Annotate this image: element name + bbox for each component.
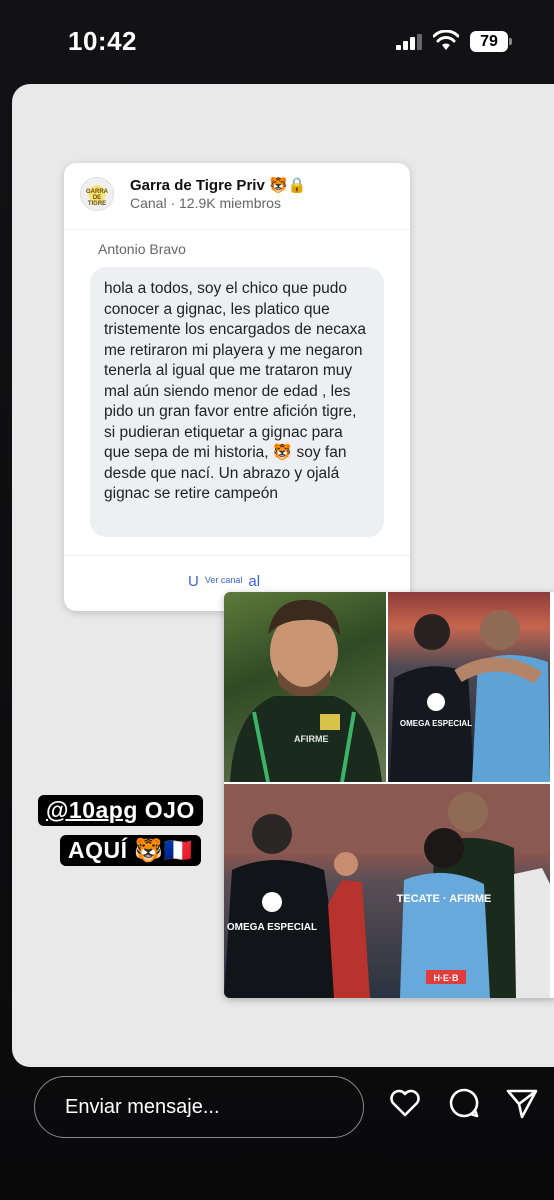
message-placeholder: Enviar mensaje... xyxy=(65,1096,220,1118)
status-bar: 10:42 79 xyxy=(0,0,554,84)
sponsor-text: H·E·B xyxy=(434,973,459,983)
crest-text: AFIRME xyxy=(294,734,329,744)
channel-post-card: GARRA DE TIGRE Garra de Tigre Priv 🐯🔒 Ca… xyxy=(64,163,410,611)
photo-collage: AFIRME OMEGA ESPECIAL OMEGA ESPECIAL TEC… xyxy=(224,592,554,998)
mention-text: OJO xyxy=(144,797,195,823)
footer-right-text: al xyxy=(248,573,261,590)
photo-stadium-top: OMEGA ESPECIAL xyxy=(388,592,550,782)
mention-sticker[interactable]: @10apg OJO AQUÍ 🐯🇫🇷 xyxy=(38,795,222,875)
field-scene-illustration: OMEGA ESPECIAL TECATE · AFIRME H·E·B xyxy=(224,784,550,998)
photo-selfie: AFIRME xyxy=(224,592,386,782)
status-time: 10:42 xyxy=(68,26,137,56)
photo-field-scene: OMEGA ESPECIAL TECATE · AFIRME H·E·B xyxy=(224,784,550,998)
jersey-text: TECATE · AFIRME xyxy=(397,893,492,905)
shirt-logo-text: OMEGA ESPECIAL xyxy=(400,719,472,728)
story-card[interactable]: GARRA DE TIGRE Garra de Tigre Priv 🐯🔒 Ca… xyxy=(12,84,554,1067)
view-channel-label: Ver canal xyxy=(204,575,243,585)
divider xyxy=(64,555,410,556)
message-input[interactable]: Enviar mensaje... xyxy=(34,1076,364,1138)
sender-name: Antonio Bravo xyxy=(98,241,186,257)
signal-icon xyxy=(396,34,422,50)
footer-left-text: U xyxy=(188,573,199,590)
comment-icon[interactable] xyxy=(447,1086,481,1120)
mention-line-2: AQUÍ 🐯🇫🇷 xyxy=(60,835,201,866)
mention-line-1: @10apg OJO xyxy=(38,795,203,826)
send-icon[interactable] xyxy=(505,1086,539,1120)
view-channel-link: U Ver canal al xyxy=(188,573,260,590)
divider xyxy=(64,229,410,230)
stadium-illustration: OMEGA ESPECIAL xyxy=(390,610,550,782)
shirt-logo-text: OMEGA ESPECIAL xyxy=(227,922,317,933)
channel-meta: Canal · 12.9K miembros xyxy=(130,195,281,211)
battery-indicator: 79 xyxy=(470,31,512,52)
selfie-illustration: AFIRME xyxy=(230,599,382,782)
channel-avatar: GARRA DE TIGRE xyxy=(80,177,114,211)
channel-name: Garra de Tigre Priv 🐯🔒 xyxy=(130,177,307,194)
story-screen: 10:42 79 GARRA DE TIGRE Garra de Tigre P… xyxy=(0,0,554,1200)
mention-handle[interactable]: @10apg xyxy=(46,797,138,823)
channel-avatar-logo: GARRA DE TIGRE xyxy=(86,189,108,207)
wifi-icon xyxy=(433,30,459,50)
message-bubble: hola a todos, soy el chico que pudo cono… xyxy=(90,267,384,537)
heart-icon[interactable] xyxy=(388,1086,422,1120)
